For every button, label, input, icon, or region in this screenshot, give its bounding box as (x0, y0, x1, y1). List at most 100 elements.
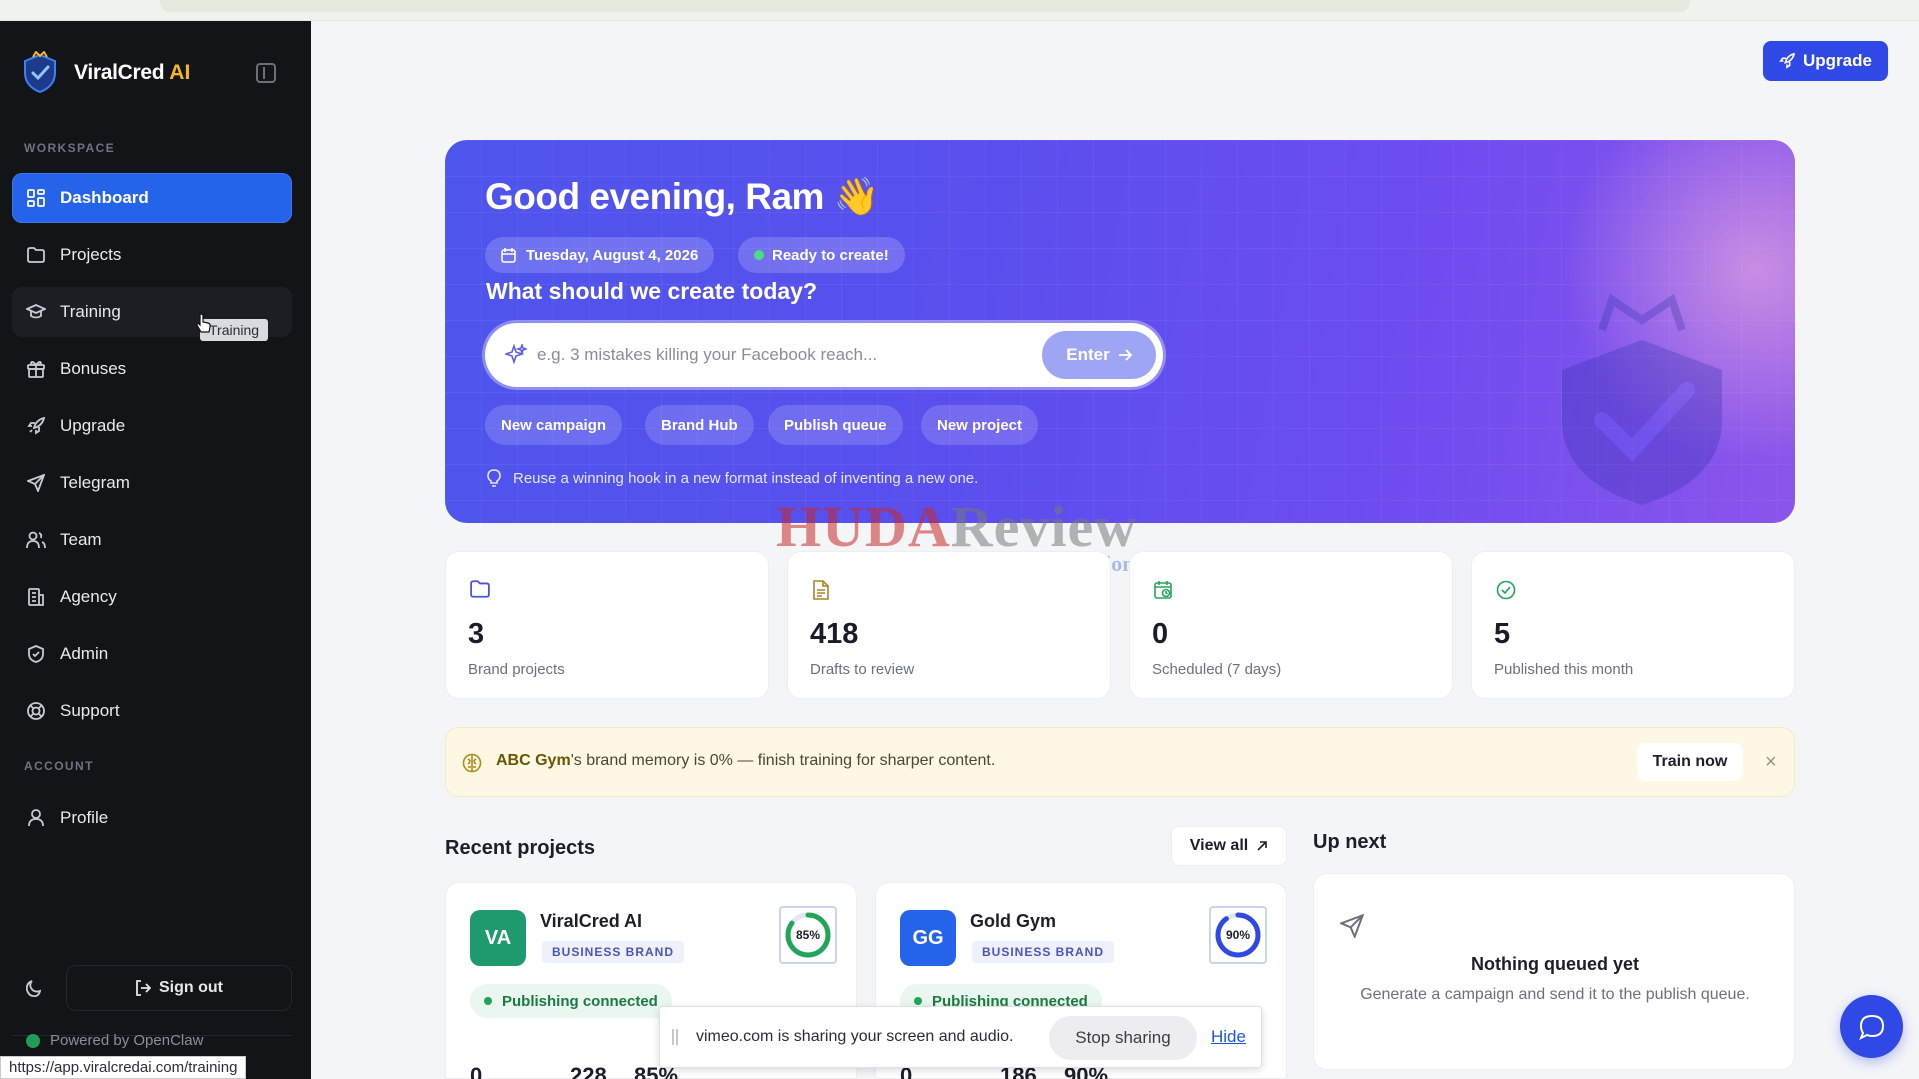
user-icon (26, 808, 46, 828)
stat-value: 0 (1152, 618, 1169, 650)
sidebar-item-upgrade[interactable]: Upgrade (12, 401, 292, 451)
chip-publish-queue[interactable]: Publish queue (768, 405, 903, 445)
greeting-title: Good evening, Ram 👋 (485, 176, 880, 217)
sidebar-item-team[interactable]: Team (12, 515, 292, 565)
view-all-label: View all (1189, 837, 1249, 854)
alert-brand: ABC Gym (496, 752, 571, 769)
shield-icon (26, 644, 46, 664)
sidebar-item-support[interactable]: Support (12, 686, 292, 736)
chat-button[interactable] (1840, 995, 1903, 1058)
sidebar-item-label: Bonuses (60, 359, 127, 378)
alert-body: 's brand memory is 0% — finish training … (570, 752, 996, 769)
stat-value: 418 (810, 618, 859, 650)
grid-icon (26, 188, 46, 208)
stat-card-drafts[interactable]: 418 Drafts to review (787, 551, 1111, 699)
sidebar-item-projects[interactable]: Projects (12, 230, 292, 280)
stat-caption: Published this month (1494, 661, 1634, 678)
empty-queue-title: Nothing queued yet (1471, 954, 1639, 974)
browser-top-strip (0, 0, 1919, 21)
sidebar-item-admin[interactable]: Admin (12, 629, 292, 679)
screen-share-bar: vimeo.com is sharing your screen and aud… (659, 1006, 1262, 1068)
shield-check-watermark-icon (1562, 293, 1722, 505)
sidebar-item-label: Team (60, 530, 102, 549)
hide-link[interactable]: Hide (1211, 1027, 1246, 1047)
brand-name: ViralCred (74, 61, 165, 84)
progress-percent: 90% (1225, 928, 1251, 942)
dark-mode-toggle[interactable] (14, 969, 54, 1009)
view-all-button[interactable]: View all (1171, 826, 1287, 866)
sidebar-item-label: Training (60, 302, 121, 321)
account-section-label: ACCOUNT (24, 759, 94, 773)
chip-brand-hub[interactable]: Brand Hub (645, 405, 754, 445)
prompt-box: Enter (485, 323, 1163, 387)
chip-new-campaign[interactable]: New campaign (485, 405, 623, 445)
project-name: Gold Gym (970, 911, 1057, 931)
up-next-title: Up next (1313, 831, 1387, 853)
prompt-input[interactable] (537, 337, 1037, 373)
recent-projects-title: Recent projects (445, 837, 596, 859)
sidebar-item-agency[interactable]: Agency (12, 572, 292, 622)
stat-card-scheduled[interactable]: 0 Scheduled (7 days) (1129, 551, 1453, 699)
share-message: vimeo.com is sharing your screen and aud… (696, 1028, 1014, 1045)
header-upgrade-button[interactable]: Upgrade (1763, 41, 1888, 81)
send-icon (1340, 914, 1364, 938)
date-label: Tuesday, August 4, 2026 (526, 246, 699, 264)
browser-address-bar[interactable] (160, 0, 1690, 12)
hero-tip: Reuse a winning hook in a new format ins… (487, 469, 978, 487)
graduation-cap-icon (26, 302, 46, 322)
send-icon (26, 473, 46, 493)
alert-message: ABC Gym's brand memory is 0% — finish tr… (496, 752, 995, 770)
collapse-sidebar-icon[interactable] (256, 63, 276, 83)
project-type-badge: BUSINESS BRAND (542, 941, 685, 963)
stat-card-published[interactable]: 5 Published this month (1471, 551, 1795, 699)
calendar-clock-icon (1154, 581, 1172, 599)
date-pill: Tuesday, August 4, 2026 (485, 237, 715, 273)
calendar-icon (501, 247, 516, 263)
enter-button[interactable]: Enter (1042, 331, 1156, 379)
project-stat: 0 (470, 1063, 483, 1079)
building-icon (26, 587, 46, 607)
check-circle-icon (1496, 580, 1516, 600)
lifebuoy-icon (26, 701, 46, 721)
project-stat: 228 (570, 1063, 607, 1079)
folder-icon (470, 580, 490, 598)
arrow-right-icon (1118, 349, 1132, 361)
stat-caption: Scheduled (7 days) (1152, 661, 1282, 678)
progress-ring: 85% (779, 906, 837, 964)
workspace-section-label: WORKSPACE (24, 141, 116, 155)
sidebar-item-telegram[interactable]: Telegram (12, 458, 292, 508)
drag-handle-icon[interactable] (672, 1029, 678, 1045)
stat-value: 3 (468, 618, 485, 650)
publishing-status-badge: Publishing connected (470, 984, 672, 1018)
sidebar-item-profile[interactable]: Profile (12, 793, 292, 843)
close-icon[interactable]: × (1765, 751, 1777, 774)
ready-status-label: Ready to create! (772, 246, 889, 264)
status-dot (484, 997, 492, 1005)
stat-value: 5 (1494, 618, 1511, 650)
brand[interactable]: ViralCred AI (20, 51, 190, 95)
rocket-icon (1779, 53, 1796, 69)
sparkles-icon (505, 344, 527, 365)
progress-percent: 85% (795, 928, 821, 942)
sidebar-item-dashboard[interactable]: Dashboard (12, 173, 292, 223)
sidebar-item-label: Agency (60, 587, 117, 606)
sign-out-button[interactable]: Sign out (66, 965, 292, 1011)
hand-cursor-icon (196, 313, 211, 333)
stat-card-brand-projects[interactable]: 3 Brand projects (445, 551, 769, 699)
sidebar-item-bonuses[interactable]: Bonuses (12, 344, 292, 394)
link-status-url: https://app.viralcredai.com/training (0, 1056, 247, 1079)
status-dot (914, 997, 922, 1005)
chat-bubble-icon (1858, 1014, 1884, 1040)
progress-ring: 90% (1209, 906, 1267, 964)
sidebar-item-label: Support (60, 701, 120, 720)
lightbulb-icon (487, 469, 501, 487)
stop-sharing-button[interactable]: Stop sharing (1049, 1016, 1197, 1060)
train-now-button[interactable]: Train now (1637, 743, 1743, 781)
project-type-badge: BUSINESS BRAND (972, 941, 1115, 963)
brand-suffix: AI (169, 61, 191, 84)
sidebar-item-label: Projects (60, 245, 122, 264)
ready-status-pill: Ready to create! (738, 237, 905, 273)
chip-new-project[interactable]: New project (921, 405, 1039, 445)
brand-shield-logo-icon (24, 51, 56, 94)
gift-icon (26, 359, 46, 379)
